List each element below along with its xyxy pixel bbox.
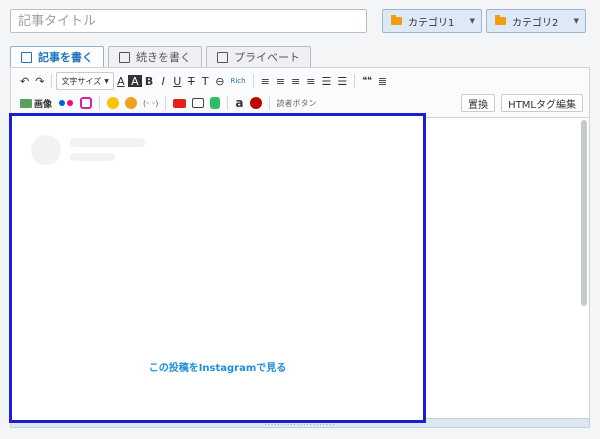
align-left-button[interactable]: ≡ xyxy=(258,72,273,90)
toolbar-right-buttons: 置換 HTMLタグ編集 xyxy=(461,94,583,112)
image-icon xyxy=(20,98,32,108)
separator xyxy=(252,74,254,88)
lock-icon xyxy=(217,51,228,63)
chevron-down-icon: ▼ xyxy=(573,17,579,25)
image-label: 画像 xyxy=(34,99,53,110)
instagram-view-link[interactable]: この投稿をInstagramで見る xyxy=(12,359,423,374)
editor-scrollbar[interactable] xyxy=(581,120,587,306)
category-select-1[interactable]: カテゴリ1 ▼ xyxy=(382,9,482,33)
flickr-icon xyxy=(59,100,66,106)
flickr-icon xyxy=(67,100,74,106)
tab-label: プライベート xyxy=(234,51,300,64)
toolbar-row-2: 画像 (ᵕ ᵕ) a 読者ボタン 置換 HTMLタグ編集 xyxy=(17,92,583,114)
bold-button[interactable]: B xyxy=(142,72,156,90)
separator xyxy=(51,74,53,88)
youtube-icon xyxy=(173,98,187,108)
bullet-list-button[interactable]: ☰ xyxy=(318,72,334,90)
separator xyxy=(165,96,167,110)
quote-button[interactable]: ❝❝ xyxy=(359,72,375,90)
niconico-icon xyxy=(192,98,205,108)
sticker-icon xyxy=(125,97,138,109)
editor-tabs: 記事を書く 続きを書く プライベート xyxy=(10,46,315,67)
separator xyxy=(268,96,270,110)
replace-button[interactable]: 置換 xyxy=(461,94,496,112)
tab-continue[interactable]: 続きを書く xyxy=(108,46,202,67)
kaomoji-button[interactable]: (ᵕ ᵕ) xyxy=(140,94,161,112)
youtube-button[interactable] xyxy=(170,94,189,112)
flickr-button[interactable] xyxy=(55,94,77,112)
emoji-button[interactable] xyxy=(104,94,122,112)
avatar xyxy=(31,135,61,165)
chevron-down-icon: ▼ xyxy=(469,17,475,25)
article-title-input[interactable] xyxy=(10,9,367,33)
undo-button[interactable]: ↶ xyxy=(17,72,32,90)
editor-toolbar: ↶ ↷ 文字サイズ ▼ A A B I U T T ⊖ Rich ≡ ≡ ≡ ≡… xyxy=(10,67,590,117)
evernote-icon xyxy=(210,97,221,109)
category-label-2: カテゴリ2 xyxy=(512,17,559,29)
strikethrough-button[interactable]: T xyxy=(184,72,198,90)
background-color-button[interactable]: A xyxy=(127,75,142,88)
tab-label: 続きを書く xyxy=(136,51,191,64)
smiley-icon xyxy=(107,97,120,109)
instagram-icon xyxy=(80,97,93,109)
edit-icon xyxy=(119,51,130,63)
rakuten-button[interactable] xyxy=(247,94,265,112)
amazon-button[interactable]: a xyxy=(232,94,246,112)
category-label-1: カテゴリ1 xyxy=(408,17,455,29)
evernote-button[interactable] xyxy=(207,94,223,112)
folder-icon xyxy=(495,15,506,25)
toolbar-row-1: ↶ ↷ 文字サイズ ▼ A A B I U T T ⊖ Rich ≡ ≡ ≡ ≡… xyxy=(17,70,583,92)
font-size-select[interactable]: 文字サイズ ▼ xyxy=(56,72,114,90)
reader-button[interactable]: 読者ボタン xyxy=(274,94,320,112)
tab-private[interactable]: プライベート xyxy=(206,46,311,67)
folder-icon xyxy=(391,15,402,25)
unstrikethrough-button[interactable]: T xyxy=(198,72,212,90)
align-center-button[interactable]: ≡ xyxy=(273,72,288,90)
insert-image-button[interactable]: 画像 xyxy=(17,94,55,112)
sticker-button[interactable] xyxy=(122,94,140,112)
edit-icon xyxy=(21,51,32,63)
justify-button[interactable]: ≡ xyxy=(303,72,318,90)
more-button[interactable]: ≣ xyxy=(375,72,390,90)
niconico-button[interactable] xyxy=(189,94,207,112)
category-select-2[interactable]: カテゴリ2 ▼ xyxy=(486,9,586,33)
rich-link-button[interactable]: Rich xyxy=(228,72,249,90)
instagram-button[interactable] xyxy=(77,94,95,112)
amazon-icon: a xyxy=(235,96,244,110)
numbered-list-button[interactable]: ☰ xyxy=(334,72,350,90)
tab-label: 記事を書く xyxy=(38,51,93,64)
font-size-label: 文字サイズ xyxy=(61,76,102,86)
redo-button[interactable]: ↷ xyxy=(32,72,47,90)
html-edit-button[interactable]: HTMLタグ編集 xyxy=(501,94,583,112)
underline-button[interactable]: U xyxy=(170,72,184,90)
placeholder-line xyxy=(70,138,145,147)
chevron-down-icon: ▼ xyxy=(104,77,109,85)
separator xyxy=(227,96,229,110)
instagram-embed[interactable]: この投稿をInstagramで見る xyxy=(9,113,426,423)
blog-editor: カテゴリ1 ▼ カテゴリ2 ▼ 記事を書く 続きを書く プライベート ↶ ↷ 文… xyxy=(0,0,600,439)
italic-button[interactable]: I xyxy=(156,72,170,90)
align-right-button[interactable]: ≡ xyxy=(288,72,303,90)
tab-write-article[interactable]: 記事を書く xyxy=(10,46,104,67)
placeholder-line xyxy=(70,153,115,161)
separator xyxy=(354,74,356,88)
rakuten-icon xyxy=(249,97,262,109)
font-color-button[interactable]: A xyxy=(114,72,128,90)
link-button[interactable]: ⊖ xyxy=(212,72,227,90)
separator xyxy=(99,96,101,110)
